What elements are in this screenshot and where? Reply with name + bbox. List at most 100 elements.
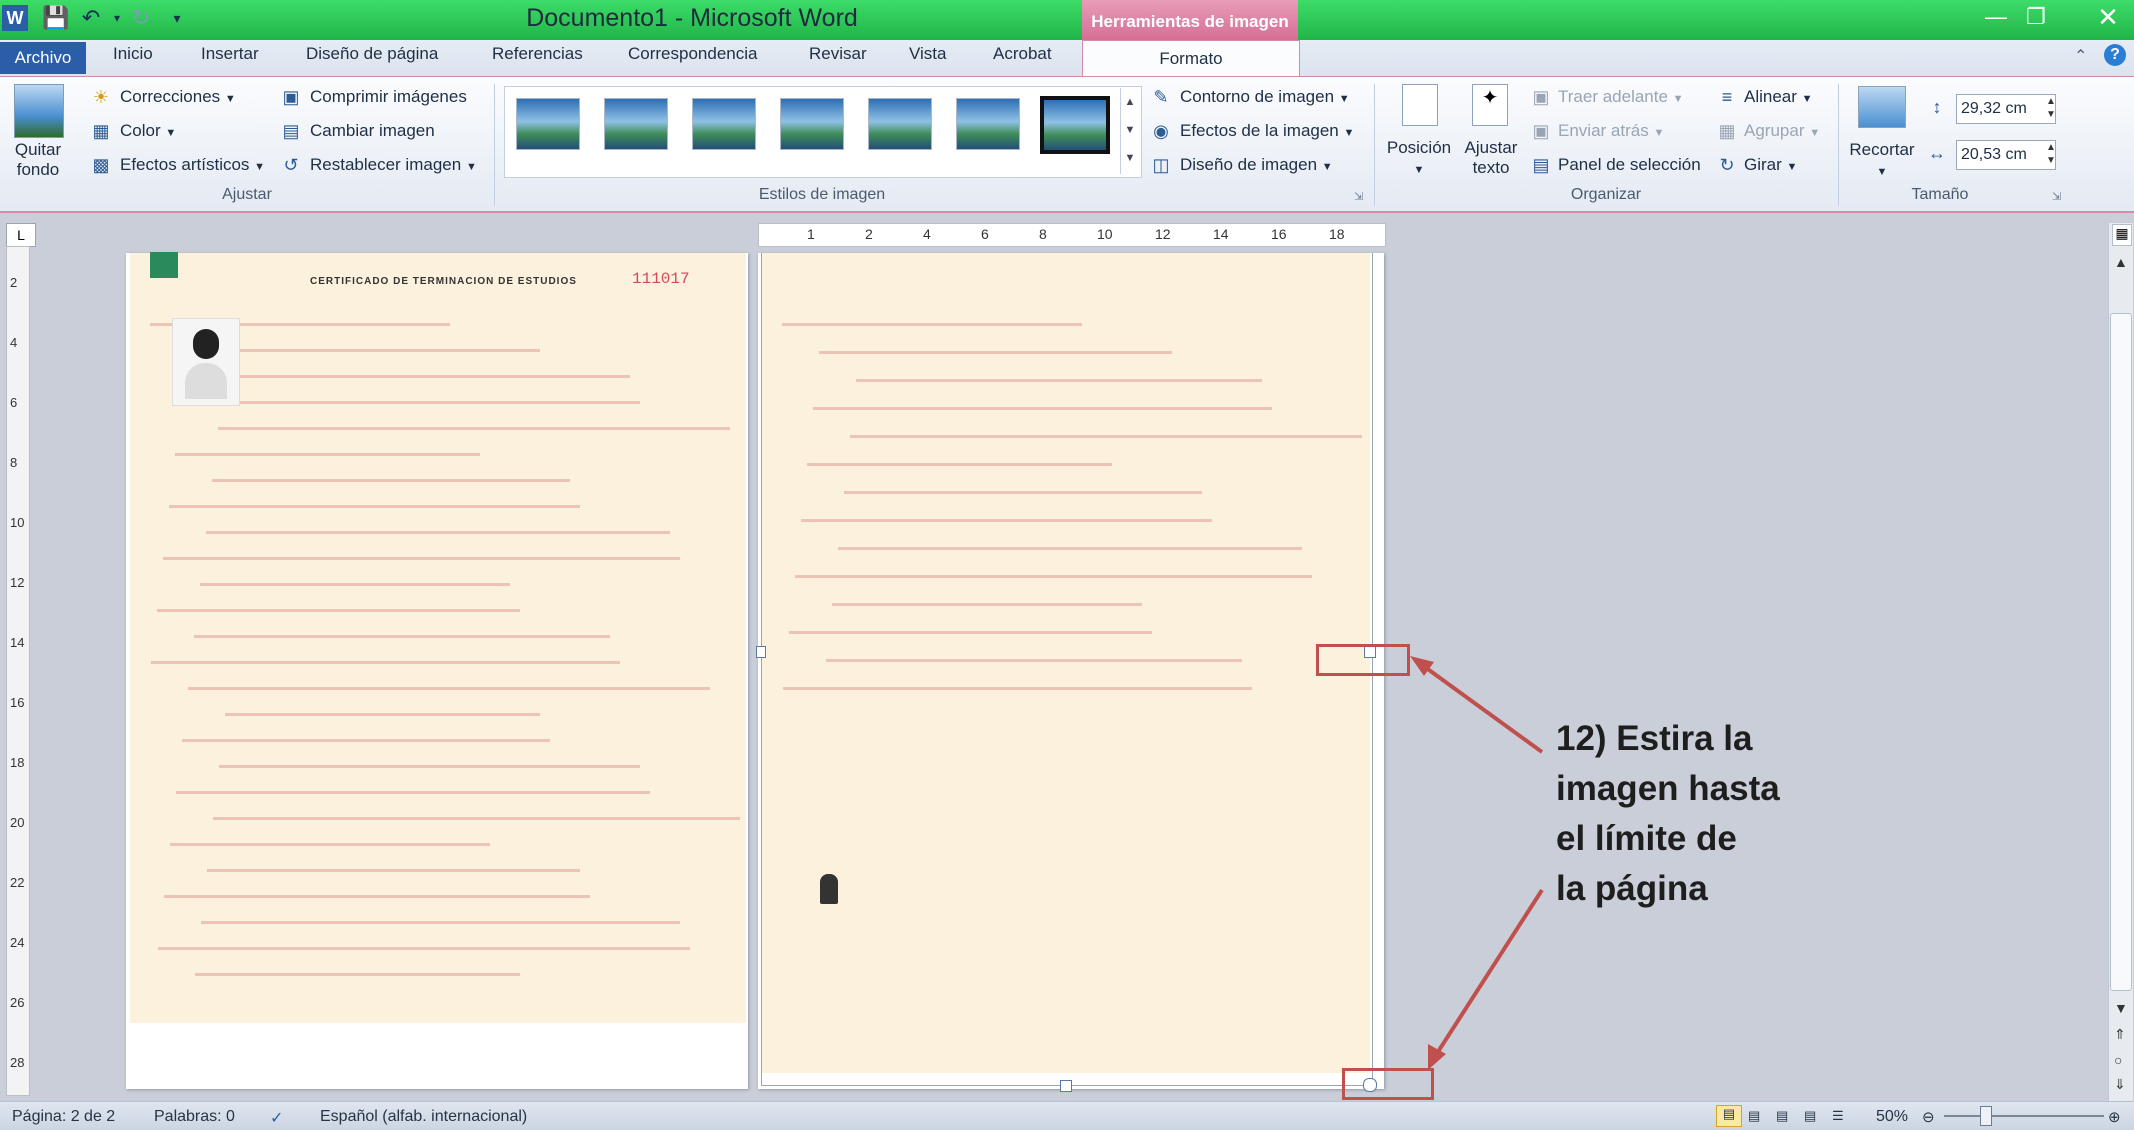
scan-texture-line [194, 635, 610, 638]
rotate-button[interactable]: Girar ▼ [1744, 155, 1797, 175]
compress-pictures-button[interactable]: Comprimir imágenes [310, 87, 467, 107]
picture-layout-button[interactable]: Diseño de imagen ▼ [1180, 155, 1333, 175]
previous-page-icon[interactable]: ⇑ [2114, 1026, 2126, 1043]
certificate-header: CERTIFICADO DE TERMINACION DE ESTUDIOS [310, 276, 577, 287]
ruler-tick-label: 6 [981, 226, 989, 242]
selection-pane-icon: ▤ [1532, 155, 1550, 175]
picture-style-thumb[interactable] [780, 98, 844, 150]
align-button[interactable]: Alinear ▼ [1744, 87, 1813, 107]
tab-diseno-pagina[interactable]: Diseño de página [306, 44, 438, 64]
outline-icon[interactable]: ▤ [1804, 1108, 1816, 1124]
arrow-line [1416, 660, 1544, 754]
vertical-ruler[interactable]: 2 4 6 8 10 12 14 16 18 20 22 24 26 28 [6, 246, 30, 1096]
picture-style-thumb[interactable] [868, 98, 932, 150]
color-button[interactable]: Color ▼ [120, 121, 176, 141]
zoom-in-icon[interactable]: ⊕ [2108, 1108, 2121, 1126]
artistic-effects-button[interactable]: Efectos artísticos ▼ [120, 155, 265, 175]
help-icon[interactable]: ? [2104, 44, 2126, 66]
minimize-icon[interactable]: — [1976, 2, 2016, 32]
bring-forward-button[interactable]: Traer adelante ▼ [1558, 87, 1684, 107]
remove-background-icon[interactable] [14, 84, 64, 138]
close-icon[interactable]: ✕ [2088, 2, 2128, 32]
tab-acrobat[interactable]: Acrobat [993, 44, 1052, 64]
wrap-text-button[interactable]: Ajustar texto [1460, 138, 1522, 178]
position-button[interactable]: Posición ▼ [1386, 138, 1452, 180]
reset-picture-button[interactable]: Restablecer imagen ▼ [310, 155, 477, 175]
size-dialog-launcher-icon[interactable]: ⇲ [2052, 190, 2061, 203]
scroll-down-icon[interactable]: ▼ [2114, 1000, 2128, 1016]
corrections-button[interactable]: Correcciones ▼ [120, 87, 236, 107]
ruler-tick-label: 12 [1155, 226, 1171, 242]
spelling-check-icon[interactable]: ✓ [270, 1108, 283, 1128]
height-field[interactable]: 29,32 cm [1956, 94, 2056, 124]
remove-background-button[interactable]: Quitar fondo [12, 140, 64, 180]
send-backward-button[interactable]: Enviar atrás ▼ [1558, 121, 1664, 141]
tab-selector[interactable]: L [6, 223, 36, 247]
browse-object-icon[interactable]: ○ [2114, 1052, 2122, 1068]
group-button[interactable]: Agrupar ▼ [1744, 121, 1820, 141]
scan-texture-line [219, 765, 640, 768]
print-layout-icon[interactable]: ▤ [1716, 1105, 1742, 1127]
restore-icon[interactable]: ❐ [2016, 2, 2056, 32]
ruler-tick-label: 2 [865, 226, 873, 242]
width-field[interactable]: 20,53 cm [1956, 140, 2056, 170]
tab-correspondencia[interactable]: Correspondencia [628, 44, 757, 64]
minimize-ribbon-icon[interactable]: ⌃ [2074, 46, 2087, 66]
status-page[interactable]: Página: 2 de 2 [12, 1108, 115, 1126]
crop-button[interactable]: Recortar ▼ [1846, 140, 1918, 182]
horizontal-ruler[interactable]: 1 2 4 6 8 10 12 14 16 18 [758, 223, 1386, 247]
align-label: Alinear [1744, 87, 1797, 106]
tab-revisar[interactable]: Revisar [809, 44, 867, 64]
zoom-level[interactable]: 50% [1876, 1108, 1908, 1126]
tab-insertar[interactable]: Insertar [201, 44, 259, 64]
picture-style-thumb[interactable] [692, 98, 756, 150]
corrections-icon: ☀ [92, 87, 110, 107]
student-photo [172, 318, 240, 406]
crop-label: Recortar [1849, 140, 1915, 159]
scan-texture-line [170, 843, 490, 846]
change-picture-icon: ▤ [282, 121, 300, 141]
group-label-estilos: Estilos de imagen [758, 186, 886, 203]
picture-border-button[interactable]: Contorno de imagen ▼ [1180, 87, 1350, 107]
zoom-out-icon[interactable]: ⊖ [1922, 1108, 1935, 1126]
height-spinner[interactable]: ▲ ▼ [2046, 95, 2056, 121]
artistic-effects-icon: ▩ [92, 155, 110, 175]
picture-style-thumb[interactable] [956, 98, 1020, 150]
web-layout-icon[interactable]: ▤ [1776, 1108, 1788, 1124]
width-spinner[interactable]: ▲ ▼ [2046, 141, 2056, 167]
zoom-slider-thumb[interactable] [1980, 1106, 1992, 1126]
color-icon: ▦ [92, 121, 110, 141]
wrap-text-label-1: Ajustar [1464, 138, 1518, 157]
zoom-slider[interactable] [1944, 1115, 2104, 1117]
tab-vista[interactable]: Vista [909, 44, 947, 64]
picture-style-thumb[interactable] [604, 98, 668, 150]
group-label: Agrupar [1744, 121, 1805, 140]
scrollbar-thumb[interactable] [2110, 313, 2132, 991]
status-words[interactable]: Palabras: 0 [154, 1108, 235, 1126]
change-picture-button[interactable]: Cambiar imagen [310, 121, 435, 141]
resize-handle-bottom[interactable] [1060, 1080, 1072, 1092]
highlight-box [1316, 644, 1410, 676]
wrap-text-label-2: texto [1472, 158, 1510, 177]
gallery-scroll[interactable]: ▲ ▼ ▼ [1120, 88, 1139, 174]
draft-icon[interactable]: ☰ [1832, 1108, 1844, 1124]
ruler-toggle-icon[interactable]: ▦ [2112, 224, 2132, 246]
next-page-icon[interactable]: ⇓ [2114, 1076, 2126, 1093]
tab-inicio[interactable]: Inicio [113, 44, 153, 64]
tab-referencias[interactable]: Referencias [492, 44, 583, 64]
status-language[interactable]: Español (alfab. internacional) [320, 1108, 527, 1126]
artistic-effects-label: Efectos artísticos [120, 155, 250, 174]
ruler-tick-label: 22 [10, 875, 25, 890]
resize-handle-left[interactable] [756, 646, 766, 658]
dialog-launcher-icon[interactable]: ⇲ [1354, 190, 1363, 203]
scroll-up-icon[interactable]: ▲ [2114, 254, 2128, 270]
picture-style-thumb[interactable] [516, 98, 580, 150]
image-selection-frame[interactable] [761, 253, 1373, 1086]
picture-effects-button[interactable]: Efectos de la imagen ▼ [1180, 121, 1354, 141]
tab-archivo[interactable]: Archivo [0, 42, 86, 74]
tab-formato[interactable]: Formato [1082, 40, 1300, 79]
selection-pane-button[interactable]: Panel de selección [1558, 155, 1701, 175]
callout-line: el límite de [1556, 819, 1737, 858]
full-screen-reading-icon[interactable]: ▤ [1748, 1108, 1760, 1124]
picture-style-thumb-selected[interactable] [1040, 96, 1110, 154]
